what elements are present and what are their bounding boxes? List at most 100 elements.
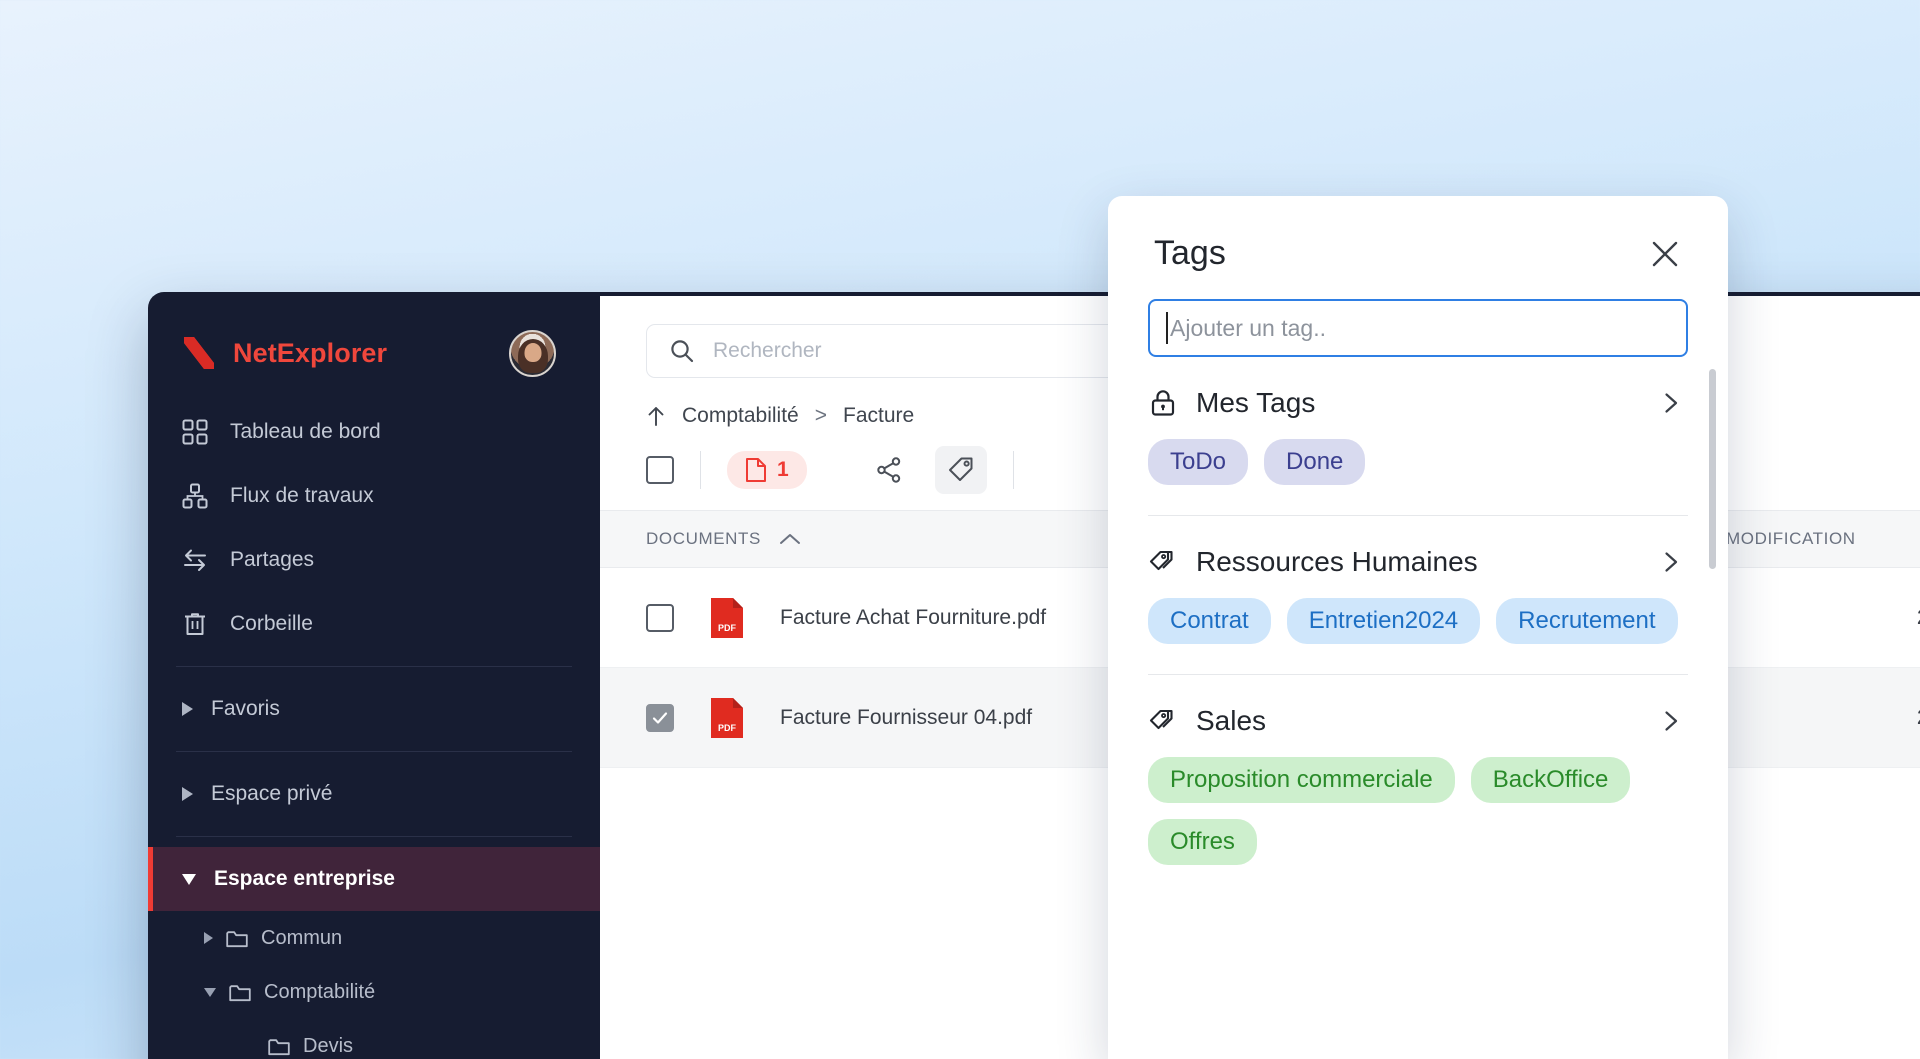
svg-text:PDF: PDF (718, 723, 737, 733)
sidebar-section-espace-entreprise[interactable]: Espace entreprise (148, 847, 600, 911)
tag-button[interactable] (934, 446, 987, 494)
breadcrumb-item-facture[interactable]: Facture (843, 404, 914, 428)
close-icon[interactable] (1648, 237, 1682, 271)
sidebar-divider (176, 836, 572, 837)
column-header-label: DOCUMENTS (646, 529, 761, 548)
breadcrumb-separator: > (814, 404, 827, 427)
search-placeholder: Rechercher (713, 339, 822, 362)
add-tag-input[interactable]: Ajouter un tag.. (1148, 299, 1688, 357)
search-icon (671, 340, 694, 363)
column-header-modification[interactable]: MODIFICATION (1726, 529, 1856, 549)
tree-item-commun[interactable]: Commun (148, 911, 600, 965)
tag-chip[interactable]: ToDo (1148, 439, 1249, 485)
folder-icon (226, 930, 248, 947)
sidebar-divider (176, 751, 572, 752)
sidebar-nav: Tableau de bord Flux de travaux Partages (148, 400, 600, 656)
tag-list: Contrat Entretien2024 Recrutement (1148, 598, 1688, 644)
chevron-down-icon (204, 987, 216, 997)
selection-count-label: 1 (777, 458, 789, 481)
tag-chip[interactable]: Done (1264, 439, 1366, 485)
chevron-down-icon (182, 873, 196, 885)
tag-chip[interactable]: Entretien2024 (1286, 598, 1481, 644)
sidebar-section-favoris[interactable]: Favoris (148, 677, 600, 741)
sidebar-divider (176, 666, 572, 667)
folder-icon (229, 984, 251, 1001)
tag-group-header[interactable]: Sales (1148, 705, 1688, 737)
chevron-right-icon[interactable] (1660, 551, 1682, 573)
sidebar-section-label: Espace privé (211, 782, 333, 805)
tag-chip[interactable]: BackOffice (1470, 757, 1631, 803)
svg-text:PDF: PDF (718, 623, 737, 633)
tag-group-name: Mes Tags (1196, 387, 1316, 418)
share-arrows-icon (184, 549, 206, 571)
toolbar-divider (1012, 451, 1014, 489)
file-icon (746, 458, 766, 482)
tags-panel-header: Tags (1108, 196, 1728, 273)
pdf-icon: PDF (711, 597, 743, 638)
tree-item-label: Commun (261, 926, 343, 949)
tag-list: Proposition commerciale BackOffice Offre… (1148, 757, 1688, 865)
check-icon (652, 711, 668, 724)
tags-panel-body: Mes Tags ToDo Done Ressources Humaines C… (1108, 357, 1728, 1059)
sidebar-folder-tree: Commun Comptabilité Devis (148, 911, 600, 1059)
selection-count-badge: 1 (727, 451, 807, 489)
share-nodes-icon (876, 457, 900, 483)
tag-chip[interactable]: Contrat (1148, 598, 1271, 644)
row-checkbox[interactable] (646, 703, 674, 732)
sidebar: NetExplorer Tableau de bord Flux de trav… (148, 292, 600, 1059)
tag-chip[interactable]: Recrutement (1496, 598, 1678, 644)
tree-item-label: Comptabilité (264, 980, 376, 1003)
file-name: Facture Fournisseur 04.pdf (780, 705, 1033, 729)
sidebar-brand-row: NetExplorer (148, 314, 600, 384)
add-tag-placeholder: Ajouter un tag.. (1170, 314, 1326, 341)
tag-group-header[interactable]: Mes Tags (1148, 387, 1688, 419)
tags-panel-scrollbar[interactable] (1709, 369, 1716, 569)
tag-group-name: Sales (1196, 705, 1267, 736)
text-caret (1166, 312, 1168, 344)
select-all-checkbox[interactable] (646, 456, 674, 484)
file-name: Facture Achat Fourniture.pdf (780, 605, 1047, 629)
tag-group-mes-tags: Mes Tags ToDo Done (1148, 357, 1688, 516)
tag-group-sales: Sales Proposition commerciale BackOffice… (1148, 675, 1688, 865)
row-checkbox[interactable] (646, 603, 674, 632)
tags-icon (1149, 550, 1173, 571)
chevron-right-icon[interactable] (1660, 392, 1682, 414)
lock-icon (1151, 390, 1175, 416)
tags-panel-title: Tags (1154, 234, 1226, 272)
chevron-right-icon[interactable] (1660, 710, 1682, 732)
share-button[interactable] (863, 446, 915, 494)
sidebar-section-espace-prive[interactable]: Espace privé (148, 762, 600, 826)
user-avatar[interactable] (509, 329, 556, 377)
brand-name: NetExplorer (233, 337, 388, 368)
tag-list: ToDo Done (1148, 439, 1688, 485)
tag-chip[interactable]: Proposition commerciale (1148, 757, 1455, 803)
toolbar-divider (700, 451, 701, 489)
tag-chip[interactable]: Offres (1148, 819, 1257, 865)
sidebar-item-label: Partages (230, 548, 315, 571)
dashboard-grid-icon (182, 419, 208, 445)
netexplorer-logo-icon (184, 337, 214, 369)
breadcrumb-item-comptabilite[interactable]: Comptabilité (682, 404, 799, 428)
tags-panel: Tags Ajouter un tag.. Mes Tags ToDo Done… (1108, 196, 1728, 1059)
add-tag-input-wrap: Ajouter un tag.. (1108, 273, 1728, 357)
arrow-up-icon[interactable] (646, 404, 666, 428)
tree-item-devis[interactable]: Devis (148, 1019, 600, 1059)
sidebar-item-label: Tableau de bord (230, 420, 381, 443)
sidebar-item-flux-de-travaux[interactable]: Flux de travaux (148, 464, 600, 528)
sidebar-section-label: Favoris (211, 697, 280, 720)
tree-item-label: Devis (303, 1034, 354, 1057)
workflow-icon (182, 483, 208, 509)
chevron-up-icon (779, 534, 800, 544)
folder-icon (268, 1038, 290, 1055)
sidebar-item-tableau-de-bord[interactable]: Tableau de bord (148, 400, 600, 464)
tag-icon (948, 457, 973, 481)
sidebar-section-label: Espace entreprise (214, 867, 395, 890)
sidebar-item-partages[interactable]: Partages (148, 528, 600, 592)
tags-icon (1149, 709, 1173, 730)
tree-item-comptabilite[interactable]: Comptabilité (148, 965, 600, 1019)
tag-group-header[interactable]: Ressources Humaines (1148, 546, 1688, 578)
tags-groups-list: Mes Tags ToDo Done Ressources Humaines C… (1108, 357, 1728, 865)
tag-group-name: Ressources Humaines (1196, 546, 1478, 577)
chevron-right-icon (182, 702, 193, 716)
sidebar-item-corbeille[interactable]: Corbeille (148, 592, 600, 656)
